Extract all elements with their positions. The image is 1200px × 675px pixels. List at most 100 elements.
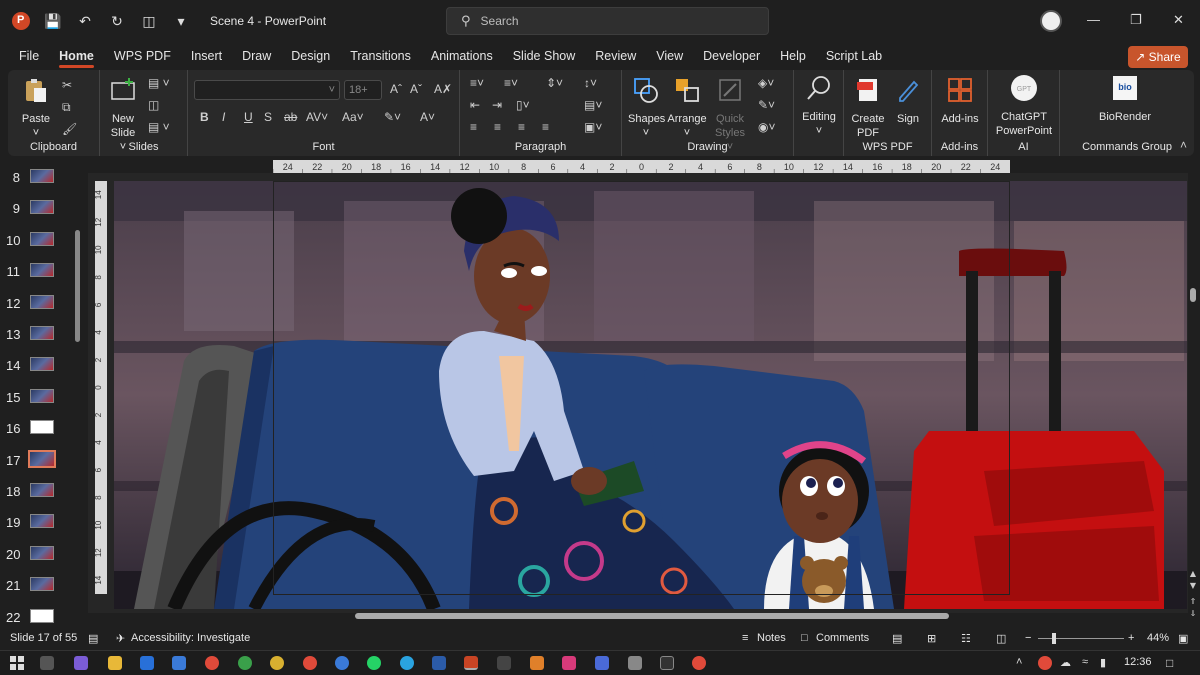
cut-icon[interactable]: ✂ xyxy=(62,78,72,92)
slide-thumbnail[interactable]: 19 xyxy=(0,507,88,538)
text-direction-icon[interactable]: ↕˅ xyxy=(584,76,597,90)
columns-icon[interactable]: ▯˅ xyxy=(516,98,530,112)
smartart-icon[interactable]: ▣˅ xyxy=(584,120,602,134)
clear-format-icon[interactable]: A✗ xyxy=(434,82,452,96)
zoom-slider[interactable] xyxy=(1038,638,1124,639)
italic-button[interactable]: I xyxy=(222,110,225,124)
zoom-in-icon[interactable]: + xyxy=(1128,632,1134,644)
telegram-icon[interactable] xyxy=(400,656,414,670)
tab-script-lab[interactable]: Script Lab xyxy=(816,42,892,70)
slide-thumbnail[interactable]: 11 xyxy=(0,256,88,287)
app-20-icon[interactable] xyxy=(660,656,674,670)
customize-toolbar-icon[interactable]: ▾ xyxy=(172,13,190,30)
decrease-indent-icon[interactable]: ⇤ xyxy=(470,98,480,112)
app-15-icon[interactable] xyxy=(497,656,511,670)
highlight-icon[interactable]: ✎˅ xyxy=(384,110,401,124)
tab-review[interactable]: Review xyxy=(585,42,646,70)
account-avatar[interactable] xyxy=(1040,10,1062,32)
slide-thumbnail[interactable]: 21 xyxy=(0,570,88,601)
section-icon[interactable]: ▤ ˅ xyxy=(148,120,170,134)
chatgpt-button[interactable]: GPT ChatGPT PowerPoint xyxy=(992,74,1056,138)
tab-animations[interactable]: Animations xyxy=(421,42,503,70)
slide-thumbnail-image[interactable] xyxy=(30,483,54,497)
comments-button[interactable]: Comments xyxy=(816,632,869,644)
shape-effects-icon[interactable]: ◉˅ xyxy=(758,120,775,134)
app-3-icon[interactable] xyxy=(140,656,154,670)
file-explorer-icon[interactable] xyxy=(108,656,122,670)
align-text-icon[interactable]: ▤˅ xyxy=(584,98,602,112)
slide-thumbnail-image[interactable] xyxy=(30,231,54,246)
align-center-icon[interactable]: ≡ xyxy=(494,120,501,134)
character-spacing-icon[interactable]: AV˅ xyxy=(306,110,328,124)
slide-thumbnail-image[interactable] xyxy=(30,169,54,183)
slide-thumbnail[interactable]: 18 xyxy=(0,476,88,507)
horizontal-scrollbar[interactable] xyxy=(355,613,949,619)
copilot-icon[interactable] xyxy=(74,656,88,670)
chrome-profile-6-icon[interactable] xyxy=(692,656,706,670)
change-case-icon[interactable]: Aa˅ xyxy=(342,110,364,124)
share-button[interactable]: ↗ Share xyxy=(1128,46,1188,68)
collapse-ribbon-icon[interactable]: ˄ xyxy=(1180,138,1187,152)
slide-thumbnail[interactable]: 10 xyxy=(0,225,88,256)
slide-thumbnail[interactable]: 14 xyxy=(0,350,88,381)
shape-fill-icon[interactable]: ◈˅ xyxy=(758,76,774,90)
slide-thumbnail[interactable]: 9 xyxy=(0,193,88,224)
tray-expand-icon[interactable]: ˄ xyxy=(1016,656,1030,670)
vlc-icon[interactable] xyxy=(530,656,544,670)
tab-insert[interactable]: Insert xyxy=(181,42,232,70)
slideshow-view-icon[interactable]: ◫ xyxy=(996,632,1006,645)
tray-chrome-icon[interactable] xyxy=(1038,656,1052,670)
normal-view-icon[interactable]: ▤ xyxy=(892,632,902,645)
search-box[interactable]: ⚲ Search xyxy=(446,7,769,35)
tab-home[interactable]: Home xyxy=(49,42,104,70)
bold-button[interactable]: B xyxy=(200,110,209,124)
shape-outline-icon[interactable]: ✎˅ xyxy=(758,98,775,112)
slide-thumbnail-image[interactable] xyxy=(30,514,54,529)
notes-pane-icon[interactable]: ▤ xyxy=(88,632,98,645)
slide-thumbnail-image[interactable] xyxy=(30,608,54,623)
slide-thumbnail-image[interactable] xyxy=(30,420,54,435)
slide-sorter-icon[interactable]: ⊞ xyxy=(927,632,936,645)
undo-icon[interactable]: ↶ xyxy=(76,13,94,30)
slide-thumbnail-image[interactable] xyxy=(30,200,54,215)
windows-start-icon[interactable] xyxy=(10,656,24,670)
slide-thumbnail-image[interactable] xyxy=(30,263,54,278)
powerpoint-taskbar-icon[interactable] xyxy=(464,656,478,670)
slide-thumbnail[interactable]: 12 xyxy=(0,288,88,319)
font-name-box[interactable]: ˅ xyxy=(194,80,340,100)
store-icon[interactable] xyxy=(172,656,186,670)
clock[interactable]: 12:36 xyxy=(1124,656,1152,668)
editing-button[interactable]: Editing ˅ xyxy=(798,74,840,138)
slide-thumbnail[interactable]: 8 xyxy=(0,162,88,193)
slide-thumbnail-image[interactable] xyxy=(30,388,54,403)
battery-icon[interactable]: ▮ xyxy=(1100,656,1114,670)
slide-thumbnail-image[interactable] xyxy=(30,545,54,560)
slide-thumbnail-image[interactable] xyxy=(30,294,54,309)
fit-slide-icon[interactable]: ▣ xyxy=(1178,632,1188,645)
slide-thumbnail[interactable]: 17 xyxy=(0,445,88,476)
word-icon[interactable] xyxy=(432,656,446,670)
cloud-icon[interactable]: ☁ xyxy=(1060,656,1074,670)
vertical-scrollbar[interactable]: ▲ ▼ ⇑ ⇓ xyxy=(1188,178,1198,618)
slide-thumbnail[interactable]: 22 xyxy=(0,602,88,630)
chrome-profile-4-icon[interactable] xyxy=(303,656,317,670)
save-icon[interactable]: 💾 xyxy=(44,13,62,30)
task-view-icon[interactable] xyxy=(40,656,54,670)
slide-thumbnail[interactable]: 15 xyxy=(0,382,88,413)
reset-icon[interactable]: ◫ xyxy=(148,98,159,112)
accessibility-status[interactable]: Accessibility: Investigate xyxy=(131,632,250,644)
zoom-level[interactable]: 44% xyxy=(1147,632,1169,644)
format-painter-icon[interactable]: 🖌 xyxy=(62,122,77,136)
notes-button[interactable]: Notes xyxy=(757,632,786,644)
tab-file[interactable]: File xyxy=(9,42,49,70)
notifications-icon[interactable]: □ xyxy=(1166,656,1180,670)
chrome-profile-5-icon[interactable] xyxy=(335,656,349,670)
tab-developer[interactable]: Developer xyxy=(693,42,770,70)
tab-slide-show[interactable]: Slide Show xyxy=(503,42,586,70)
tab-help[interactable]: Help xyxy=(770,42,816,70)
tab-draw[interactable]: Draw xyxy=(232,42,281,70)
restore-icon[interactable]: ❐ xyxy=(1130,12,1142,28)
tab-design[interactable]: Design xyxy=(281,42,340,70)
whatsapp-icon[interactable] xyxy=(367,656,381,670)
redo-icon[interactable]: ↻ xyxy=(108,13,126,30)
